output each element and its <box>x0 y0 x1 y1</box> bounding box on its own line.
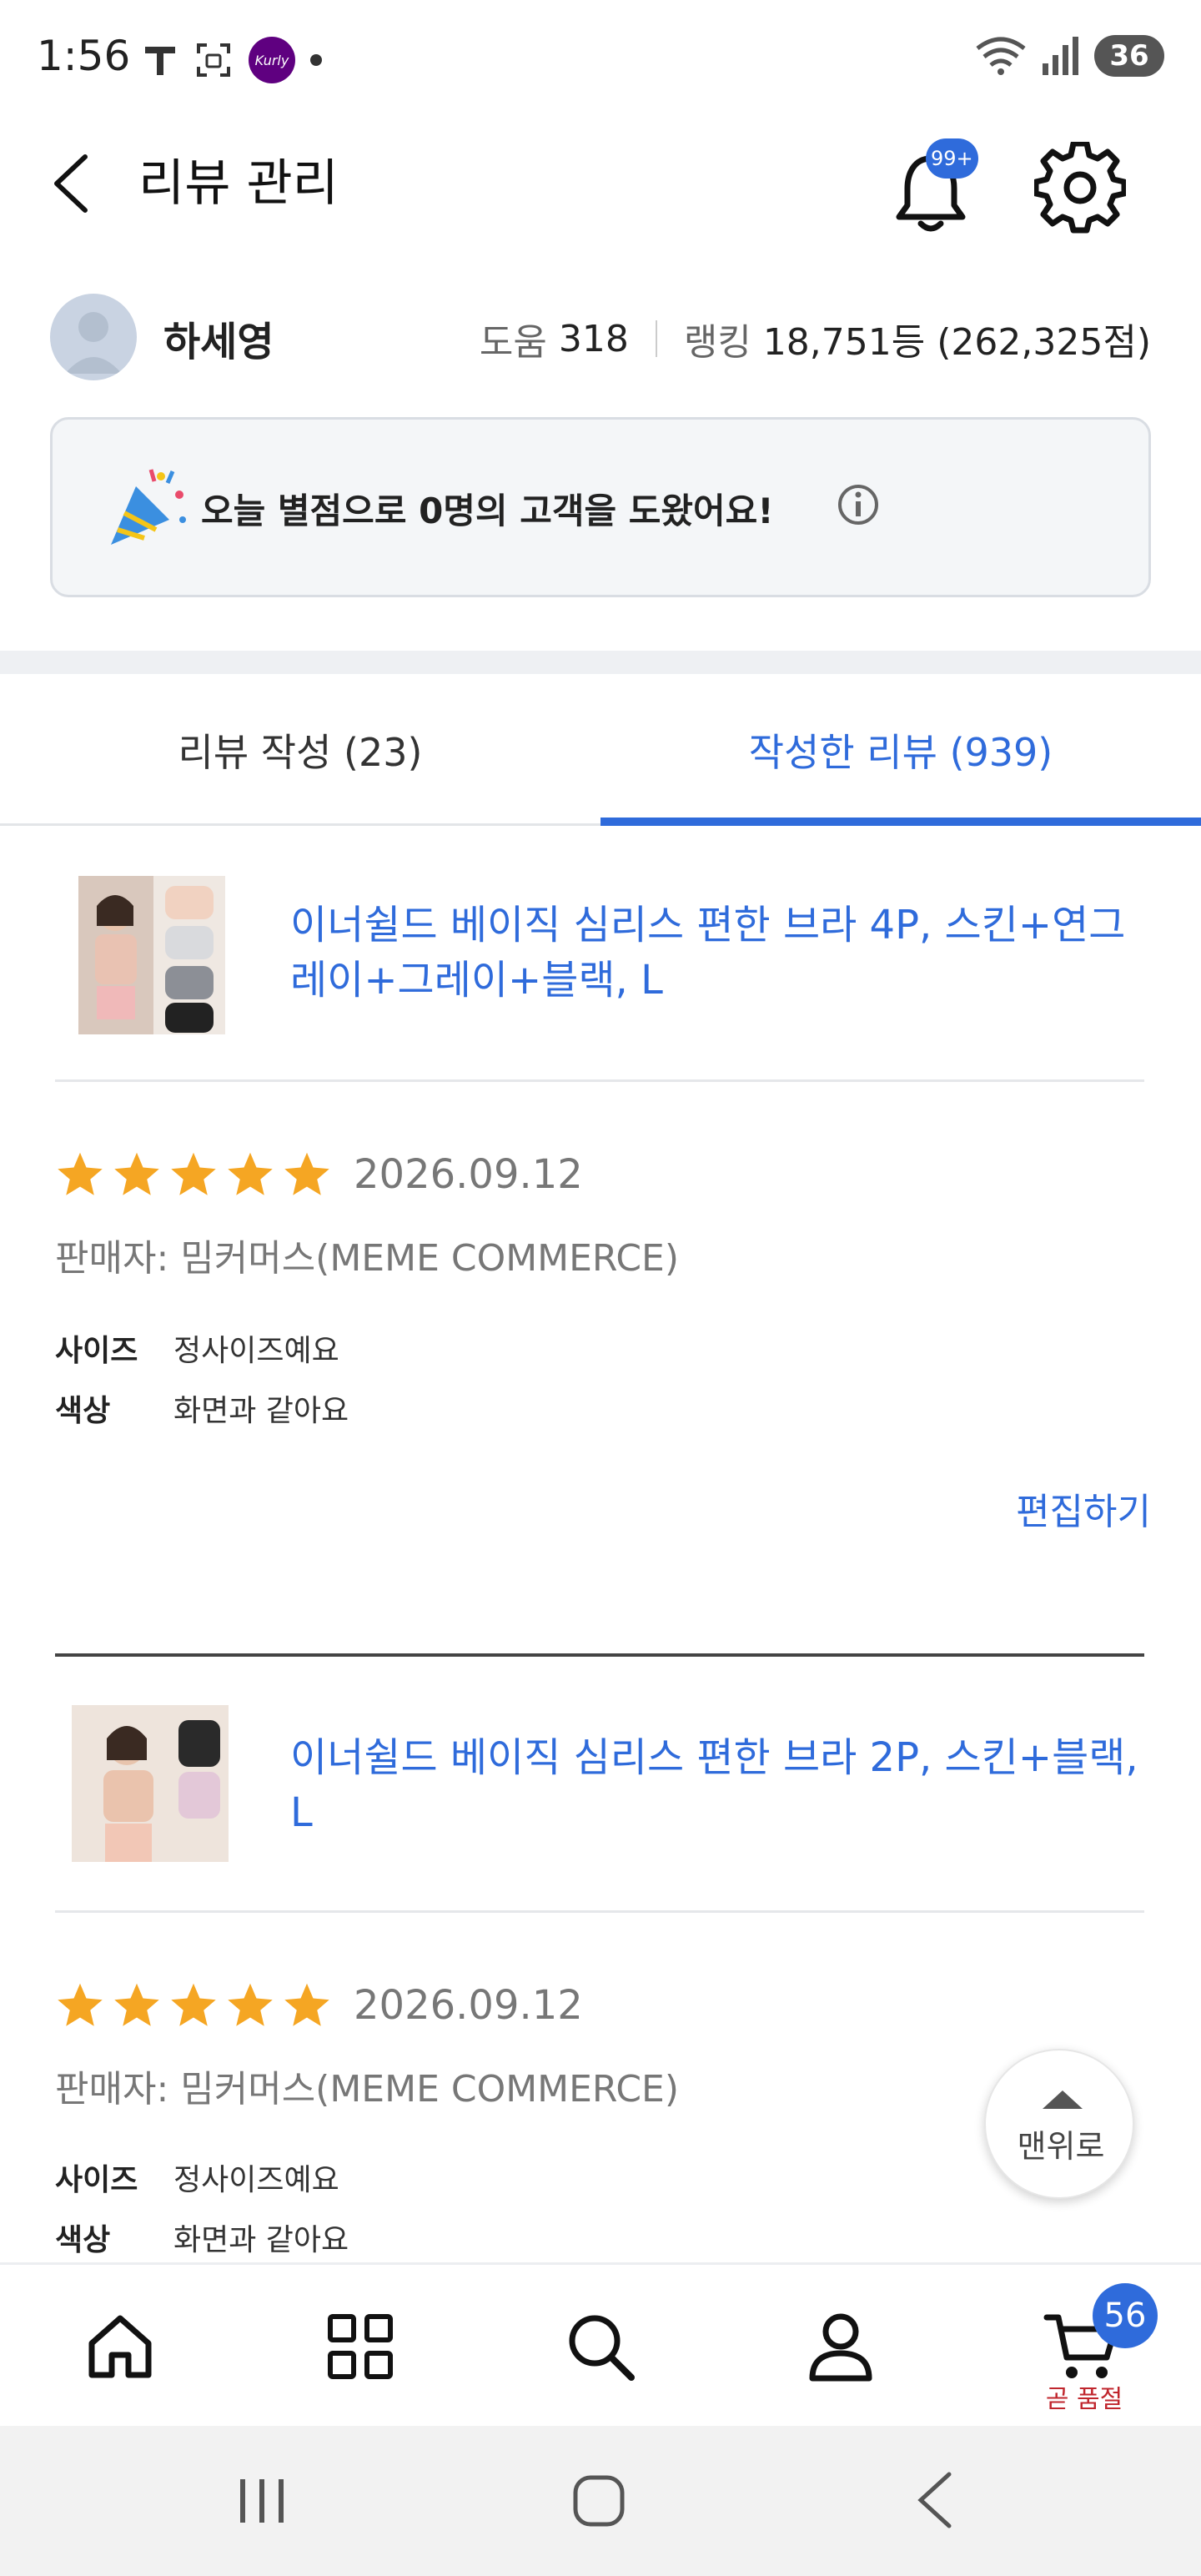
profile-summary: 하세영 도움 318 랭킹 18,751등 (262,325점) <box>0 284 1201 392</box>
section-divider <box>0 651 1201 674</box>
page-title: 리뷰 관리 <box>138 154 339 213</box>
product-thumbnail[interactable] <box>78 876 225 1034</box>
bottom-navigation: 56 곧 품절 <box>0 2262 1201 2426</box>
cart-count-badge: 56 <box>1093 2283 1158 2348</box>
star-icon <box>228 1983 273 2026</box>
nav-home[interactable] <box>37 2265 204 2428</box>
star-icon <box>171 1983 216 2026</box>
home-icon <box>88 2315 152 2378</box>
product-name-link[interactable]: 이너쉴드 베이직 심리스 편한 브라 4P, 스킨+연그레이+그레이+블랙, L <box>290 898 1149 1008</box>
profile-name: 하세영 <box>163 319 274 365</box>
attribute-row: 사이즈 정사이즈예요 <box>55 2156 339 2199</box>
home-button-icon[interactable] <box>572 2474 626 2528</box>
system-navigation-bar <box>0 2426 1201 2576</box>
product-thumbnail[interactable] <box>72 1705 229 1862</box>
signal-icon <box>1043 37 1078 75</box>
review-separator <box>55 1653 1144 1657</box>
star-icon <box>228 1152 273 1195</box>
notifications-button[interactable]: 99+ <box>889 138 978 232</box>
ranking-value: 18,751등 (262,325점) <box>762 321 1151 364</box>
t-icon <box>145 47 175 75</box>
attribute-value: 정사이즈예요 <box>173 2163 339 2197</box>
status-system-icons: 36 <box>974 35 1164 77</box>
avatar[interactable] <box>50 294 137 380</box>
star-icon <box>114 1983 159 2026</box>
helped-customers-banner: 오늘 별점으로 0명의 고객을 도왔어요! <box>50 417 1151 597</box>
search-icon <box>569 2315 635 2381</box>
stat-divider <box>655 320 657 357</box>
product-image <box>72 1705 229 1862</box>
star-icon <box>171 1152 216 1195</box>
nav-search[interactable] <box>517 2265 684 2428</box>
category-grid-icon <box>328 2314 393 2379</box>
attribute-row: 색상 화면과 같아요 <box>55 2216 349 2259</box>
wifi-icon <box>976 37 1026 75</box>
star-rating <box>55 1980 332 2030</box>
ranking-label: 랭킹 <box>683 321 751 364</box>
nav-category[interactable] <box>277 2265 444 2428</box>
status-bar: 1:56 Kurly 36 <box>0 0 1201 117</box>
back-button[interactable] <box>48 150 98 217</box>
help-value: 318 <box>558 317 629 360</box>
review-card: 이너쉴드 베이직 심리스 편한 브라 4P, 스킨+연그레이+그레이+블랙, L… <box>0 826 1201 1660</box>
profile-icon <box>809 2313 872 2382</box>
review-date: 2026.09.12 <box>354 1151 583 1198</box>
star-icon <box>284 1983 329 2026</box>
star-icon <box>284 1152 329 1195</box>
status-time: 1:56 <box>37 32 131 80</box>
attribute-row: 색상 화면과 같아요 <box>55 1386 349 1430</box>
info-icon[interactable] <box>837 483 880 526</box>
review-date: 2026.09.12 <box>354 1982 583 2029</box>
arrow-up-icon <box>1043 2090 1083 2109</box>
attribute-value: 정사이즈예요 <box>173 1334 339 1368</box>
seller-name: 판매자: 밈커머스(MEME COMMERCE) <box>55 1237 680 1280</box>
divider <box>55 1910 1144 1913</box>
review-tabs: 리뷰 작성 (23) 작성한 리뷰 (939) <box>0 674 1201 826</box>
banner-text: 오늘 별점으로 0명의 고객을 도왔어요! <box>201 491 774 531</box>
more-notifications-dot <box>310 54 322 66</box>
attribute-key: 색상 <box>55 1394 111 1428</box>
scroll-to-top-button[interactable]: 맨위로 <box>984 2049 1134 2199</box>
cart-soldout-label: 곧 품절 <box>1045 2385 1123 2414</box>
attribute-value: 화면과 같아요 <box>173 1394 349 1428</box>
star-rating <box>55 1150 332 1200</box>
kurly-app-icon: Kurly <box>249 37 295 83</box>
star-icon <box>58 1152 103 1195</box>
screenshot-icon <box>197 43 230 77</box>
profile-stats: 도움 318 랭킹 18,751등 (262,325점) <box>480 312 1151 365</box>
edit-review-button[interactable]: 편집하기 <box>1016 1482 1151 1535</box>
default-avatar-icon <box>65 312 122 374</box>
settings-button[interactable] <box>1033 140 1128 234</box>
divider <box>55 1079 1144 1082</box>
attribute-key: 사이즈 <box>55 1334 138 1368</box>
attribute-value: 화면과 같아요 <box>173 2223 349 2257</box>
attribute-row: 사이즈 정사이즈예요 <box>55 1326 339 1370</box>
chevron-left-icon <box>54 154 88 213</box>
status-notification-icons: Kurly <box>142 37 322 83</box>
gear-icon <box>1033 140 1128 234</box>
recent-apps-icon[interactable] <box>237 2476 287 2526</box>
star-icon <box>58 1983 103 2026</box>
attribute-key: 색상 <box>55 2223 111 2257</box>
star-icon <box>114 1152 159 1195</box>
nav-my-page[interactable] <box>757 2265 924 2428</box>
header: 리뷰 관리 99+ <box>0 117 1201 242</box>
system-back-icon[interactable] <box>916 2471 954 2529</box>
party-popper-icon <box>111 469 186 545</box>
product-name-link[interactable]: 이너쉴드 베이직 심리스 편한 브라 2P, 스킨+블랙, L <box>290 1730 1149 1840</box>
product-image <box>78 876 225 1034</box>
notification-count-badge: 99+ <box>926 138 978 179</box>
seller-name: 판매자: 밈커머스(MEME COMMERCE) <box>55 2068 680 2111</box>
battery-indicator: 36 <box>1094 35 1164 77</box>
active-tab-indicator <box>600 818 1201 826</box>
tab-written-reviews[interactable]: 작성한 리뷰 (939) <box>600 674 1201 826</box>
help-label: 도움 <box>479 321 547 364</box>
scroll-to-top-label: 맨위로 <box>1017 2128 1105 2165</box>
attribute-key: 사이즈 <box>55 2163 138 2197</box>
tab-write-review[interactable]: 리뷰 작성 (23) <box>0 674 600 826</box>
